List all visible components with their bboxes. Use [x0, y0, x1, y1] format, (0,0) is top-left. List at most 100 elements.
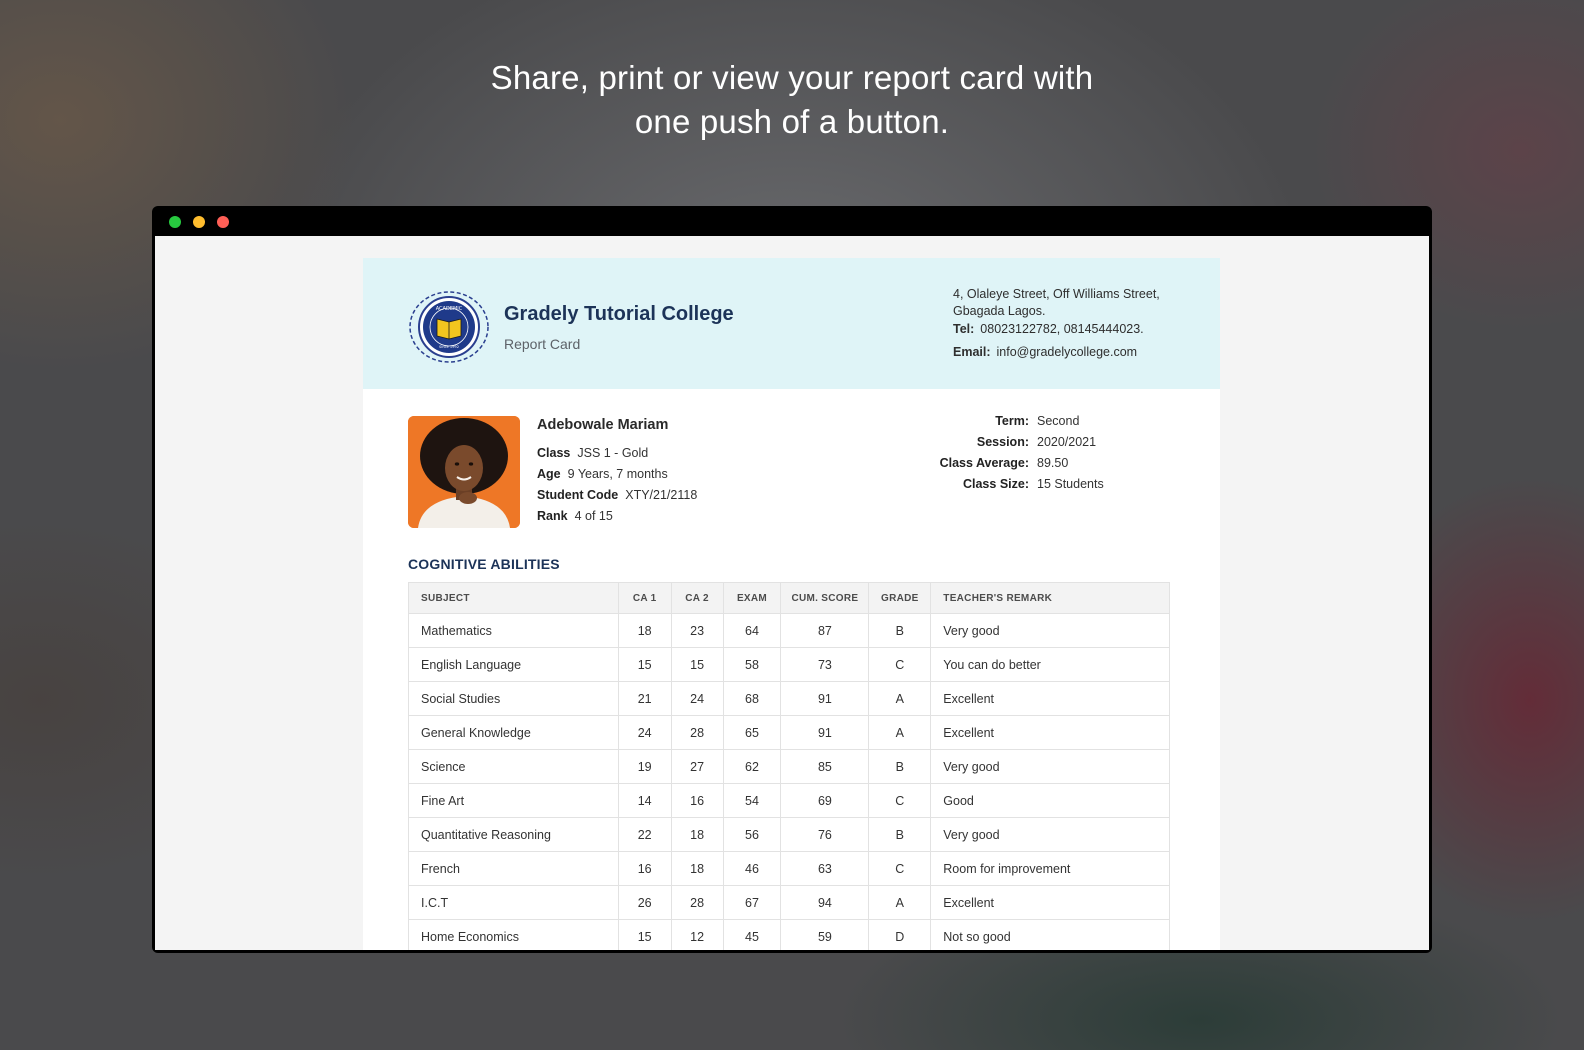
grade-cell: D — [868, 919, 932, 950]
student-class: Class JSS 1 - Gold — [537, 446, 648, 460]
header-subject: SUBJECT — [408, 582, 619, 614]
maximize-button[interactable] — [169, 216, 181, 228]
ca2-cell: 24 — [670, 681, 724, 716]
crest-top-text: ACADEMIC — [436, 306, 463, 312]
cum-score-cell: 91 — [780, 681, 870, 716]
session-row: Session: 2020/2021 — [903, 431, 1163, 452]
class-size-row: Class Size: 15 Students — [903, 473, 1163, 494]
age-label: Age — [537, 467, 561, 481]
cum-score-cell: 69 — [780, 783, 870, 818]
subject-cell: English Language — [408, 647, 619, 682]
crest-bottom-text: Since 1992 — [439, 345, 459, 349]
cum-score-cell: 91 — [780, 715, 870, 750]
ca1-cell: 18 — [617, 613, 672, 648]
subject-cell: Social Studies — [408, 681, 619, 716]
exam-cell: 58 — [722, 647, 782, 682]
tel-label: Tel: — [953, 322, 975, 336]
age-value: 9 Years, 7 months — [567, 467, 668, 481]
subject-cell: French — [408, 851, 619, 886]
exam-cell: 56 — [722, 817, 782, 852]
ca1-cell: 15 — [617, 919, 672, 950]
header-cum-score: CUM. SCORE — [780, 582, 870, 614]
remark-cell: Excellent — [930, 715, 1170, 750]
exam-cell: 54 — [722, 783, 782, 818]
grade-cell: A — [868, 885, 932, 920]
page-viewport[interactable]: ACADEMIC Since 1992 Gradely Tutorial Col… — [155, 236, 1429, 950]
report-card: ACADEMIC Since 1992 Gradely Tutorial Col… — [363, 258, 1220, 950]
minimize-button[interactable] — [193, 216, 205, 228]
student-avatar-icon — [408, 416, 520, 528]
class-value: JSS 1 - Gold — [577, 446, 649, 460]
ca1-cell: 22 — [617, 817, 672, 852]
class-size-label: Class Size: — [962, 476, 1029, 491]
browser-window: ACADEMIC Since 1992 Gradely Tutorial Col… — [152, 206, 1432, 953]
table-row: Fine Art 14 16 54 69 C Good — [408, 783, 1170, 818]
ca1-cell: 24 — [617, 715, 672, 750]
table-row: French 16 18 46 63 C Room for improvement — [408, 851, 1170, 886]
remark-cell: Very good — [930, 613, 1170, 648]
ca1-cell: 21 — [617, 681, 672, 716]
table-row: Science 19 27 62 85 B Very good — [408, 749, 1170, 784]
term-summary: Term: Second Session: 2020/2021 Class Av… — [903, 410, 1163, 494]
subject-cell: Quantitative Reasoning — [408, 817, 619, 852]
exam-cell: 65 — [722, 715, 782, 750]
document-title: Report Card — [504, 336, 581, 352]
student-name: Adebowale Mariam — [537, 417, 669, 433]
remark-cell: Very good — [930, 749, 1170, 784]
subject-cell: General Knowledge — [408, 715, 619, 750]
ca2-cell: 28 — [670, 715, 724, 750]
grade-cell: C — [868, 851, 932, 886]
ca2-cell: 18 — [670, 817, 724, 852]
window-titlebar — [152, 206, 1432, 236]
hero-line-2: one push of a button. — [634, 103, 950, 140]
class-label: Class — [537, 446, 571, 460]
ca2-cell: 16 — [670, 783, 724, 818]
exam-cell: 62 — [722, 749, 782, 784]
exam-cell: 45 — [722, 919, 782, 950]
remark-cell: Very good — [930, 817, 1170, 852]
remark-cell: Not so good — [930, 919, 1170, 950]
hero-line-1: Share, print or view your report card wi… — [490, 59, 1094, 96]
ca1-cell: 19 — [617, 749, 672, 784]
session-value: 2020/2021 — [1037, 434, 1097, 449]
ca2-cell: 18 — [670, 851, 724, 886]
school-name: Gradely Tutorial College — [504, 303, 734, 325]
exam-cell: 68 — [722, 681, 782, 716]
term-row: Term: Second — [903, 410, 1163, 431]
header-ca2: CA 2 — [670, 582, 724, 614]
table-row: I.C.T 26 28 67 94 A Excellent — [408, 885, 1170, 920]
rank-value: 4 of 15 — [574, 509, 613, 523]
class-average-label: Class Average: — [939, 455, 1029, 470]
grade-cell: A — [868, 681, 932, 716]
report-card-header: ACADEMIC Since 1992 Gradely Tutorial Col… — [363, 258, 1220, 389]
cum-score-cell: 73 — [780, 647, 870, 682]
subject-cell: Mathematics — [408, 613, 619, 648]
subject-cell: Fine Art — [408, 783, 619, 818]
close-button[interactable] — [217, 216, 229, 228]
table-row: Quantitative Reasoning 22 18 56 76 B Very good — [408, 817, 1170, 852]
cum-score-cell: 63 — [780, 851, 870, 886]
remark-cell: Excellent — [930, 885, 1170, 920]
class-average-row: Class Average: 89.50 — [903, 452, 1163, 473]
cum-score-cell: 85 — [780, 749, 870, 784]
grades-table: SUBJECT CA 1 CA 2 EXAM CUM. SCORE GRADE TEACHE… — [408, 582, 1170, 950]
cum-score-cell: 59 — [780, 919, 870, 950]
table-row: Mathematics 18 23 64 87 B Very good — [408, 613, 1170, 648]
student-code: Student Code XTY/21/2118 — [537, 488, 697, 502]
ca1-cell: 26 — [617, 885, 672, 920]
header-grade: GRADE — [868, 582, 932, 614]
school-crest-icon: ACADEMIC Since 1992 — [409, 291, 489, 363]
grade-cell: C — [868, 783, 932, 818]
student-rank: Rank 4 of 15 — [537, 509, 613, 523]
cognitive-section-title: COGNITIVE ABILITIES — [408, 556, 560, 572]
school-address: 4, Olaleye Street, Off Williams Street, … — [953, 287, 1160, 318]
class-size-value: 15 Students — [1037, 476, 1104, 491]
subject-cell: Home Economics — [408, 919, 619, 950]
exam-cell: 67 — [722, 885, 782, 920]
ca1-cell: 16 — [617, 851, 672, 886]
class-average-value: 89.50 — [1037, 455, 1069, 470]
school-email: Email: info@gradelycollege.com — [953, 345, 1137, 359]
subject-cell: I.C.T — [408, 885, 619, 920]
remark-cell: Excellent — [930, 681, 1170, 716]
cum-score-cell: 76 — [780, 817, 870, 852]
